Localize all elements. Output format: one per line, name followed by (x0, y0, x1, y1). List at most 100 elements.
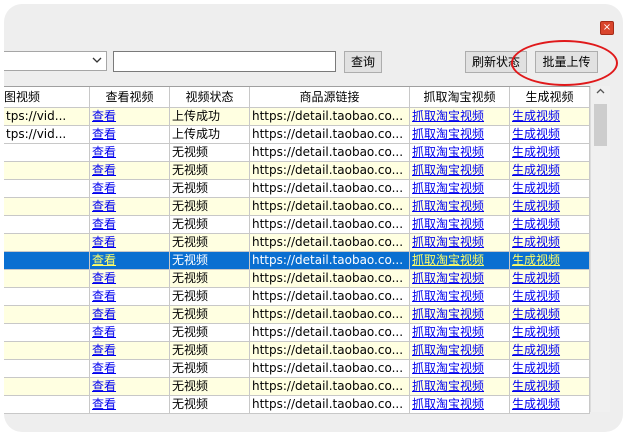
column-header-view-video[interactable]: 查看视频 (90, 87, 170, 108)
view-video-link[interactable]: 查看 (92, 289, 116, 303)
cell-video-url (4, 360, 90, 378)
search-input[interactable] (113, 51, 336, 72)
view-video-link[interactable]: 查看 (92, 253, 116, 267)
generate-video-link[interactable]: 生成视频 (512, 109, 560, 123)
table-row[interactable]: tps://vid... 查看 上传成功 https://detail.taobao.… (4, 108, 590, 126)
generate-video-link[interactable]: 生成视频 (512, 181, 560, 195)
grab-taobao-video-cell: 抓取淘宝视频 (410, 288, 510, 306)
column-header-source-url[interactable]: 商品源链接 (250, 87, 410, 108)
close-icon[interactable]: × (600, 21, 614, 35)
generate-video-link[interactable]: 生成视频 (512, 397, 560, 411)
table-row[interactable]: 查看 无视频 https://detail.taobao.co... 抓取淘宝视频 生成… (4, 306, 590, 324)
table-row[interactable]: 查看 无视频 https://detail.taobao.co... 抓取淘宝视频 生成… (4, 162, 590, 180)
cell-video-status: 无视频 (172, 361, 209, 375)
generate-video-link[interactable]: 生成视频 (512, 343, 560, 357)
generate-video-link[interactable]: 生成视频 (512, 379, 560, 393)
view-video-cell: 查看 (90, 306, 170, 324)
cell-video-status: 无视频 (170, 252, 250, 270)
grab-taobao-video-link[interactable]: 抓取淘宝视频 (412, 397, 484, 411)
view-video-cell: 查看 (90, 144, 170, 162)
column-header-video-status[interactable]: 视频状态 (170, 87, 250, 108)
grab-taobao-video-link[interactable]: 抓取淘宝视频 (412, 307, 484, 321)
cell-video-status: 无视频 (172, 271, 209, 285)
generate-video-link[interactable]: 生成视频 (512, 145, 560, 159)
generate-video-link[interactable]: 生成视频 (512, 271, 560, 285)
table-row[interactable]: 查看 无视频 https://detail.taobao.co... 抓取淘宝视频 生成… (4, 342, 590, 360)
query-button[interactable]: 查询 (344, 51, 382, 73)
table-row[interactable]: 查看 无视频 https://detail.taobao.co... 抓取淘宝视频 生成… (4, 288, 590, 306)
view-video-link[interactable]: 查看 (92, 235, 116, 249)
view-video-link[interactable]: 查看 (92, 181, 116, 195)
column-header-grab-taobao-video[interactable]: 抓取淘宝视频 (410, 87, 510, 108)
generate-video-link[interactable]: 生成视频 (512, 307, 560, 321)
generate-video-link[interactable]: 生成视频 (512, 289, 560, 303)
table-row[interactable]: tps://vid... 查看 上传成功 https://detail.taobao.… (4, 126, 590, 144)
table-row[interactable]: 查看 无视频 https://detail.taobao.co... 抓取淘宝视频 生成… (4, 180, 590, 198)
scroll-up-arrow-icon[interactable] (591, 86, 610, 103)
table-row[interactable]: 查看 无视频 https://detail.taobao.co... 抓取淘宝视频 生成… (4, 360, 590, 378)
table-row[interactable]: 查看 无视频 https://detail.taobao.co... 抓取淘宝视频 生成… (4, 270, 590, 288)
grab-taobao-video-link[interactable]: 抓取淘宝视频 (412, 181, 484, 195)
cell-video-url (4, 162, 90, 180)
view-video-link[interactable]: 查看 (92, 109, 116, 123)
generate-video-link[interactable]: 生成视频 (512, 361, 560, 375)
table-row-selected[interactable]: 查看 无视频 https://detail.taobao.co... 抓取淘宝视频 生成… (4, 252, 590, 270)
view-video-link[interactable]: 查看 (92, 361, 116, 375)
table-row[interactable]: 查看 无视频 https://detail.taobao.co... 抓取淘宝视频 生成… (4, 396, 590, 414)
view-video-link[interactable]: 查看 (92, 379, 116, 393)
grab-taobao-video-link[interactable]: 抓取淘宝视频 (412, 217, 484, 231)
table-header: 图视频 查看视频 视频状态 商品源链接 抓取淘宝视频 生成视频 (4, 87, 590, 108)
grab-taobao-video-link[interactable]: 抓取淘宝视频 (412, 235, 484, 249)
column-header-video[interactable]: 图视频 (4, 87, 90, 108)
generate-video-link[interactable]: 生成视频 (512, 325, 560, 339)
view-video-link[interactable]: 查看 (92, 307, 116, 321)
view-video-link[interactable]: 查看 (92, 397, 116, 411)
grab-taobao-video-link[interactable]: 抓取淘宝视频 (412, 289, 484, 303)
view-video-link[interactable]: 查看 (92, 199, 116, 213)
grab-taobao-video-link[interactable]: 抓取淘宝视频 (412, 325, 484, 339)
generate-video-link[interactable]: 生成视频 (512, 199, 560, 213)
table-row[interactable]: 查看 无视频 https://detail.taobao.co... 抓取淘宝视频 生成… (4, 216, 590, 234)
table-row[interactable]: 查看 无视频 https://detail.taobao.co... 抓取淘宝视频 生成… (4, 198, 590, 216)
table-row[interactable]: 查看 无视频 https://detail.taobao.co... 抓取淘宝视频 生成… (4, 234, 590, 252)
view-video-link[interactable]: 查看 (92, 145, 116, 159)
view-video-link[interactable]: 查看 (92, 217, 116, 231)
view-video-link[interactable]: 查看 (92, 325, 116, 339)
view-video-link[interactable]: 查看 (92, 163, 116, 177)
generate-video-cell: 生成视频 (510, 342, 590, 360)
grab-taobao-video-link[interactable]: 抓取淘宝视频 (412, 271, 484, 285)
cell-video-status: 无视频 (172, 253, 209, 267)
vertical-scrollbar[interactable] (590, 86, 610, 412)
grab-taobao-video-link[interactable]: 抓取淘宝视频 (412, 379, 484, 393)
generate-video-link[interactable]: 生成视频 (512, 127, 560, 141)
cell-source-url: https://detail.taobao.co... (250, 324, 410, 342)
view-video-link[interactable]: 查看 (92, 271, 116, 285)
cell-video-status: 无视频 (170, 288, 250, 306)
grab-taobao-video-link[interactable]: 抓取淘宝视频 (412, 199, 484, 213)
view-video-link[interactable]: 查看 (92, 127, 116, 141)
view-video-cell: 查看 (90, 288, 170, 306)
cell-source-url: https://detail.taobao.co... (252, 307, 404, 321)
category-dropdown[interactable] (4, 51, 107, 71)
grab-taobao-video-link[interactable]: 抓取淘宝视频 (412, 127, 484, 141)
grab-taobao-video-link[interactable]: 抓取淘宝视频 (412, 145, 484, 159)
table-row[interactable]: 查看 无视频 https://detail.taobao.co... 抓取淘宝视频 生成… (4, 378, 590, 396)
scrollbar-thumb[interactable] (594, 104, 607, 146)
cell-source-url: https://detail.taobao.co... (250, 306, 410, 324)
generate-video-link[interactable]: 生成视频 (512, 253, 560, 267)
table-row[interactable]: 查看 无视频 https://detail.taobao.co... 抓取淘宝视频 生成… (4, 144, 590, 162)
grab-taobao-video-link[interactable]: 抓取淘宝视频 (412, 253, 484, 267)
table-row[interactable]: 查看 无视频 https://detail.taobao.co... 抓取淘宝视频 生成… (4, 324, 590, 342)
grab-taobao-video-link[interactable]: 抓取淘宝视频 (412, 109, 484, 123)
generate-video-link[interactable]: 生成视频 (512, 235, 560, 249)
grab-taobao-video-link[interactable]: 抓取淘宝视频 (412, 343, 484, 357)
view-video-link[interactable]: 查看 (92, 343, 116, 357)
generate-video-link[interactable]: 生成视频 (512, 163, 560, 177)
grab-taobao-video-cell: 抓取淘宝视频 (410, 396, 510, 414)
column-header-generate-video[interactable]: 生成视频 (510, 87, 590, 108)
cell-video-status: 无视频 (170, 162, 250, 180)
grab-taobao-video-link[interactable]: 抓取淘宝视频 (412, 163, 484, 177)
grab-taobao-video-link[interactable]: 抓取淘宝视频 (412, 361, 484, 375)
generate-video-link[interactable]: 生成视频 (512, 217, 560, 231)
cell-video-status: 无视频 (170, 216, 250, 234)
